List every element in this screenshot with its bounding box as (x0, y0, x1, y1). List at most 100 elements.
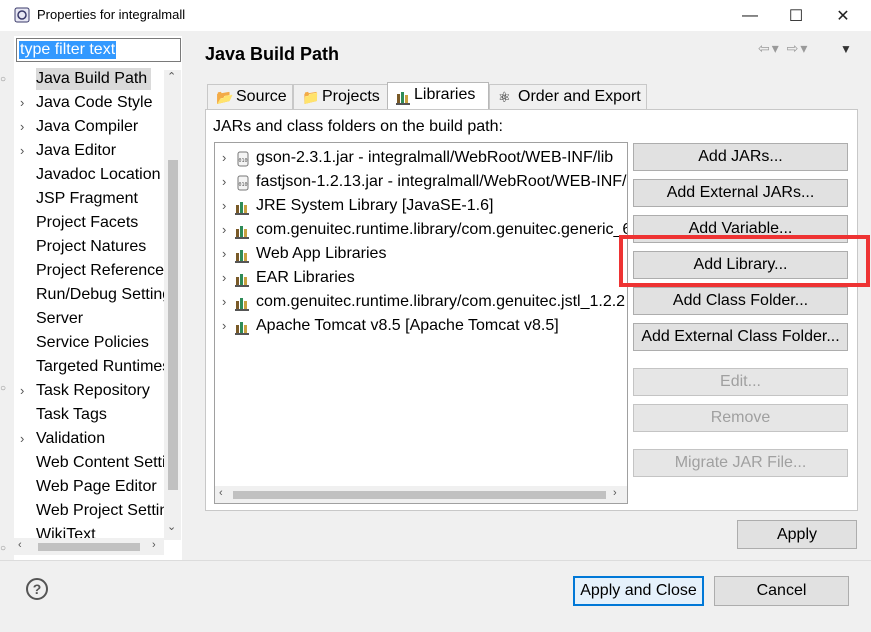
back-menu-icon[interactable]: ▾ (772, 40, 781, 56)
library-label: EAR Libraries (256, 269, 355, 286)
help-icon[interactable]: ? (26, 578, 48, 600)
maximize-icon[interactable]: ☐ (773, 0, 819, 31)
svg-text:010: 010 (238, 158, 247, 164)
sash-handle[interactable]: ○ (0, 383, 6, 394)
remove-button[interactable]: Remove (633, 404, 848, 432)
expand-chevron-icon[interactable]: › (222, 171, 226, 193)
tab-order-export[interactable]: ⚛ Order and Export (489, 84, 647, 110)
source-folder-icon: 📂 (216, 89, 234, 105)
apply-and-close-button[interactable]: Apply and Close (573, 576, 704, 606)
nav-horizontal-scrollbar[interactable]: ‹ › (14, 538, 164, 555)
expand-chevron-icon[interactable]: › (222, 195, 226, 217)
scroll-down-icon[interactable]: ⌄ (167, 520, 176, 533)
expand-chevron-icon[interactable]: › (20, 380, 24, 402)
nav-tree-item[interactable]: › Validation (14, 428, 164, 452)
nav-tree-item[interactable]: Project Facets (14, 212, 164, 236)
forward-icon[interactable]: ⇨ (787, 40, 801, 56)
filter-input[interactable]: type filter text (16, 38, 181, 62)
nav-tree-item[interactable]: Project Natures (14, 236, 164, 260)
library-icon (235, 247, 251, 263)
navigation-tree: Java Build Path › Java Code Style › Java Com… (14, 68, 164, 568)
build-path-tree[interactable]: › Apache Tomcat v8.5 [Apache Tomcat v8.5]… (214, 142, 628, 504)
nav-tree-item[interactable]: › Java Compiler (14, 116, 164, 140)
nav-tree-item[interactable]: Service Policies (14, 332, 164, 356)
library-entry[interactable]: › 010 fastjson-1.2.13.jar - integralmall/W… (215, 171, 627, 195)
title-bar: Properties for integralmall — ☐ ✕ (0, 0, 871, 31)
library-entry[interactable]: › JRE System Library [JavaSE-1.6] (215, 195, 627, 219)
scroll-left-icon[interactable]: ‹ (219, 487, 223, 499)
library-entry[interactable]: › com.genuitec.runtime.library/com.genuit… (215, 291, 627, 315)
expand-chevron-icon[interactable]: › (222, 315, 226, 337)
scrollbar-thumb[interactable] (168, 160, 178, 490)
libraries-horizontal-scrollbar[interactable]: ‹ › (215, 486, 627, 503)
scroll-up-icon[interactable]: ⌃ (167, 70, 176, 83)
back-icon[interactable]: ⇦ (758, 40, 772, 56)
expand-chevron-icon[interactable]: › (222, 147, 226, 169)
apply-button[interactable]: Apply (737, 520, 857, 549)
nav-tree-item[interactable]: Project References (14, 260, 164, 284)
nav-tree-label: Run/Debug Settings (36, 286, 164, 303)
library-entry[interactable]: › Web App Libraries (215, 243, 627, 267)
add-jars-button[interactable]: Add JARs... (633, 143, 848, 171)
nav-tree-label: Web Project Settings (36, 502, 164, 519)
expand-chevron-icon[interactable]: › (20, 428, 24, 450)
add-class-folder-button[interactable]: Add Class Folder... (633, 287, 848, 315)
tab-libraries[interactable]: Libraries (387, 82, 489, 111)
tab-projects[interactable]: 📁 Projects (293, 84, 388, 110)
library-icon (235, 223, 251, 239)
scrollbar-thumb[interactable] (38, 543, 140, 551)
filter-input-value[interactable]: type filter text (19, 41, 117, 59)
nav-tree-item[interactable]: Task Tags (14, 404, 164, 428)
cancel-button[interactable]: Cancel (714, 576, 849, 606)
history-navigation[interactable]: ⇦▾ ⇨▾ (758, 40, 809, 57)
library-entry[interactable]: › com.genuitec.runtime.library/com.genuit… (215, 219, 627, 243)
minimize-icon[interactable]: — (727, 0, 773, 31)
view-menu-icon[interactable]: ▼ (840, 42, 852, 56)
add-external-jars-button[interactable]: Add External JARs... (633, 179, 848, 207)
library-label: gson-2.3.1.jar - integralmall/WebRoot/WE… (256, 149, 614, 166)
expand-chevron-icon[interactable]: › (222, 243, 226, 265)
nav-tree-item[interactable]: Server (14, 308, 164, 332)
nav-tree-item[interactable]: JSP Fragment (14, 188, 164, 212)
sash-handle[interactable]: ○ (0, 74, 6, 85)
nav-tree-item[interactable]: › Java Code Style (14, 92, 164, 116)
close-icon[interactable]: ✕ (820, 0, 866, 31)
nav-tree-item[interactable]: Javadoc Location (14, 164, 164, 188)
add-external-class-folder-button[interactable]: Add External Class Folder... (633, 323, 848, 351)
expand-chevron-icon[interactable]: › (20, 92, 24, 114)
highlight-annotation (619, 235, 870, 287)
expand-chevron-icon[interactable]: › (222, 291, 226, 313)
expand-chevron-icon[interactable]: › (20, 140, 24, 162)
library-entry[interactable]: › 010 gson-2.3.1.jar - integralmall/WebRoo… (215, 147, 627, 171)
nav-vertical-scrollbar[interactable]: ⌃ ⌄ (164, 70, 181, 540)
order-export-icon: ⚛ (498, 89, 511, 105)
forward-menu-icon[interactable]: ▾ (800, 40, 809, 56)
scrollbar-thumb[interactable] (233, 491, 606, 499)
nav-tree-item[interactable]: Targeted Runtimes (14, 356, 164, 380)
page-title: Java Build Path (205, 44, 340, 64)
nav-tree-item[interactable]: › Task Repository (14, 380, 164, 404)
library-icon (235, 271, 251, 287)
nav-tree-item[interactable]: Run/Debug Settings (14, 284, 164, 308)
scroll-right-icon[interactable]: › (152, 539, 156, 551)
scroll-right-icon[interactable]: › (613, 487, 617, 499)
library-entry[interactable]: › EAR Libraries (215, 267, 627, 291)
scroll-left-icon[interactable]: ‹ (18, 539, 22, 551)
migrate-jar-button[interactable]: Migrate JAR File... (633, 449, 848, 477)
expand-chevron-icon[interactable]: › (20, 116, 24, 138)
expand-chevron-icon[interactable]: › (222, 219, 226, 241)
nav-tree-item[interactable]: › Java Editor (14, 140, 164, 164)
nav-tree-label: Task Repository (36, 382, 150, 399)
library-entry[interactable]: › Apache Tomcat v8.5 [Apache Tomcat v8.5] (215, 315, 627, 339)
edit-button[interactable]: Edit... (633, 368, 848, 396)
nav-tree-item[interactable]: Web Project Settings (14, 500, 164, 524)
nav-tree-item[interactable]: Web Content Settings (14, 452, 164, 476)
nav-tree-item[interactable]: Web Page Editor (14, 476, 164, 500)
sash-handle[interactable]: ○ (0, 543, 6, 554)
nav-tree-label: Java Build Path (36, 68, 152, 90)
tab-source[interactable]: 📂 Source (207, 84, 293, 110)
nav-tree-item[interactable]: Java Build Path (14, 68, 164, 92)
expand-chevron-icon[interactable]: › (222, 267, 226, 289)
preference-navigation: type filter text Java Build Path › Java Co… (14, 36, 182, 560)
library-label: Web App Libraries (256, 245, 387, 262)
